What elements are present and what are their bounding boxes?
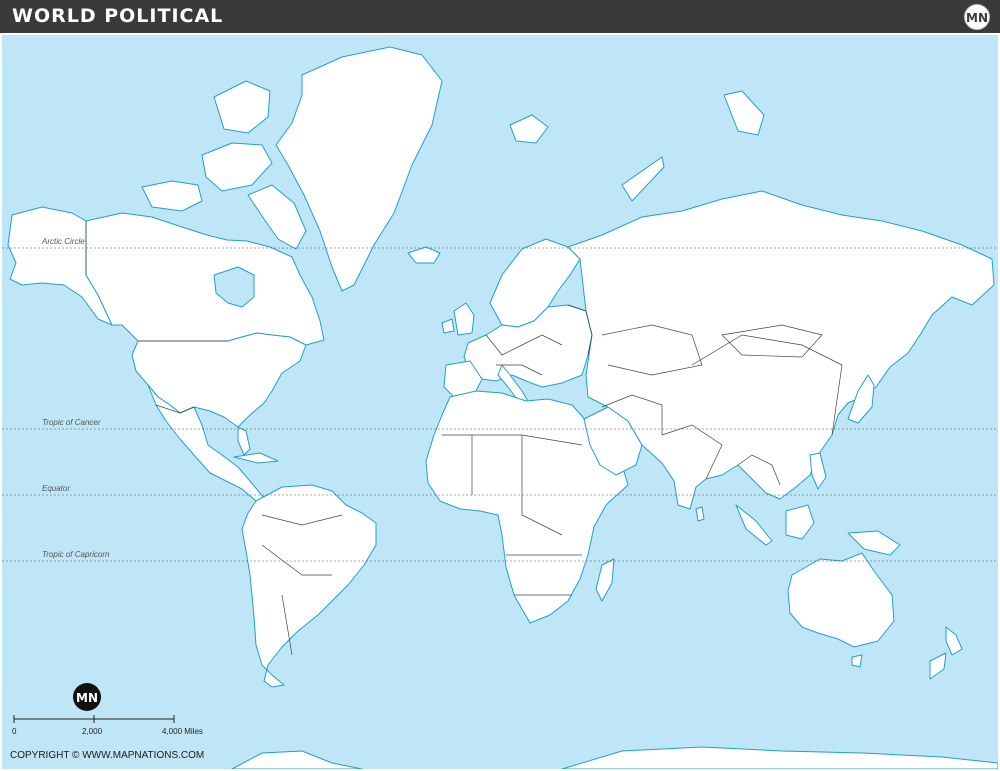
arctic-islands-2 — [201, 142, 273, 192]
ireland — [441, 318, 455, 334]
arctic-islands-3 — [213, 80, 271, 134]
tropic-of-capricorn-label: Tropic of Capricorn — [42, 550, 110, 559]
borneo — [785, 504, 815, 540]
australia — [787, 552, 895, 648]
cuba — [233, 452, 279, 464]
arctic-islands-1 — [141, 180, 203, 212]
equator-label: Equator — [42, 484, 70, 493]
antarctica-east — [561, 746, 998, 769]
scale-tick-1: 2,000 — [82, 727, 103, 736]
mapnations-logo-icon: MN — [964, 4, 990, 30]
title-bar: WORLD POLITICAL MN — [0, 0, 1000, 33]
sri-lanka — [695, 506, 705, 522]
new-zealand-north — [945, 626, 963, 656]
tropic-of-cancer-label: Tropic of Cancer — [42, 418, 101, 427]
madagascar — [595, 558, 615, 602]
svalbard — [509, 114, 549, 144]
new-guinea — [847, 530, 901, 556]
united-states — [131, 332, 307, 428]
scale-tick-2: 4,000 Miles — [162, 727, 203, 736]
new-zealand-south — [929, 652, 947, 680]
antarctica — [231, 750, 363, 769]
sumatra — [735, 504, 773, 546]
map-frame: WORLD POLITICAL MN Arctic Circle Tropic … — [0, 0, 1000, 771]
scale-bar: MN 0 2,000 4,000 Miles — [12, 683, 203, 736]
world-map: Arctic Circle Tropic of Cancer Equator T… — [2, 35, 998, 769]
florida — [237, 426, 251, 456]
copyright-text: COPYRIGHT © WWW.MAPNATIONS.COM — [10, 750, 205, 761]
page-title: WORLD POLITICAL — [12, 5, 224, 27]
svg-text:MN: MN — [76, 691, 98, 705]
philippines — [809, 452, 827, 490]
map-canvas: Arctic Circle Tropic of Cancer Equator T… — [2, 46, 998, 769]
iceland — [407, 246, 441, 264]
scale-tick-0: 0 — [12, 727, 17, 736]
arctic-circle-label: Arctic Circle — [41, 237, 85, 246]
tasmania — [851, 654, 863, 668]
british-isles — [453, 302, 475, 336]
svg-text:MN: MN — [966, 11, 988, 25]
severnaya-zemlya — [723, 90, 765, 136]
novaya-zemlya — [621, 156, 665, 202]
baffin-island — [247, 184, 307, 250]
